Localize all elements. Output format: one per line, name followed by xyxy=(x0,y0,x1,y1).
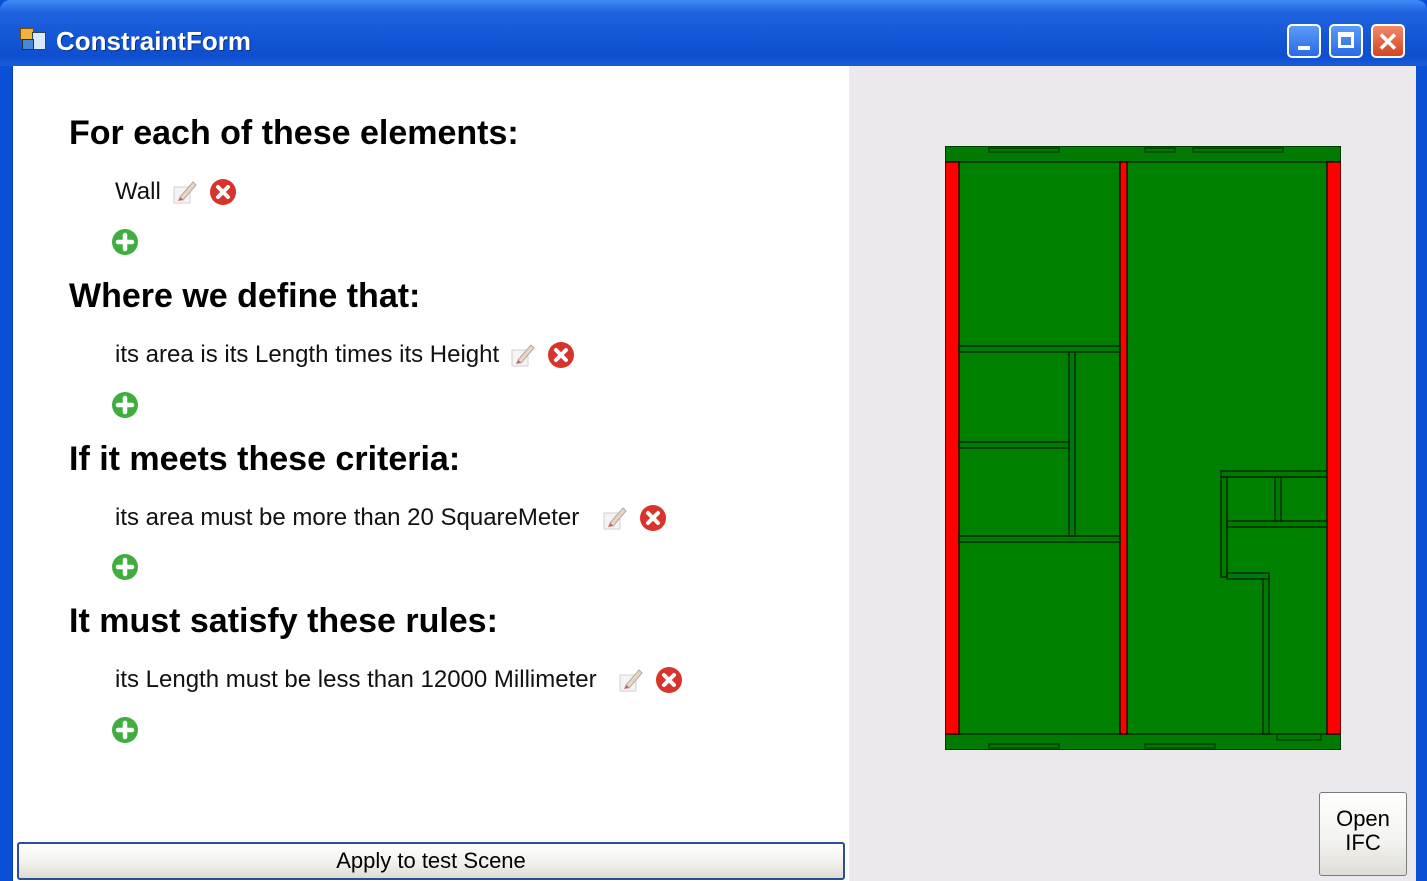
partition-wall xyxy=(1220,476,1228,578)
failing-wall-middle xyxy=(1119,161,1128,735)
red-x-delete-icon[interactable] xyxy=(209,178,237,206)
failing-wall-right xyxy=(1326,161,1341,735)
section-heading-criteria: If it meets these criteria: xyxy=(69,440,461,478)
close-button[interactable]: ✕ xyxy=(1371,24,1405,58)
constraint-editor-panel: For each of these elements: Wall Where w… xyxy=(13,66,849,881)
red-x-delete-icon[interactable] xyxy=(639,504,667,532)
rule-item-label: its Length must be less than 12000 Milli… xyxy=(115,666,597,693)
minimize-icon xyxy=(1298,46,1310,50)
definition-item-label: its area is its Length times its Height xyxy=(115,341,500,368)
partition-wall xyxy=(1068,351,1076,543)
apply-to-test-scene-button[interactable]: Apply to test Scene xyxy=(17,842,845,880)
red-x-delete-icon[interactable] xyxy=(547,341,575,369)
criteria-item-label: its area must be more than 20 SquareMete… xyxy=(115,504,580,531)
element-item-label: Wall xyxy=(115,178,161,205)
criteria-item: its area must be more than 20 SquareMete… xyxy=(115,502,667,534)
minimize-button[interactable] xyxy=(1287,24,1321,58)
partition-wall xyxy=(1274,476,1282,522)
green-plus-add-icon[interactable] xyxy=(111,716,139,744)
client-area: For each of these elements: Wall Where w… xyxy=(12,66,1416,881)
open-ifc-label-line2: IFC xyxy=(1345,830,1381,855)
partition-wall xyxy=(1226,572,1270,580)
element-item: Wall xyxy=(115,176,237,208)
window-title: ConstraintForm xyxy=(56,26,251,56)
maximize-icon xyxy=(1338,32,1354,48)
scene-viewer-panel: Open IFC xyxy=(849,66,1416,881)
red-x-delete-icon[interactable] xyxy=(655,666,683,694)
partition-wall xyxy=(958,441,1070,449)
maximize-button[interactable] xyxy=(1329,24,1363,58)
green-plus-add-icon[interactable] xyxy=(111,553,139,581)
green-plus-add-icon[interactable] xyxy=(111,391,139,419)
pencil-edit-icon[interactable] xyxy=(617,666,645,694)
section-heading-rules: It must satisfy these rules: xyxy=(69,602,498,640)
partition-wall xyxy=(958,535,1121,543)
close-icon: ✕ xyxy=(1377,27,1399,57)
partition-wall xyxy=(1226,520,1328,528)
pencil-edit-icon[interactable] xyxy=(509,341,537,369)
constraint-form-window: ConstraintForm ✕ For each of these eleme… xyxy=(0,0,1427,881)
pencil-edit-icon[interactable] xyxy=(601,504,629,532)
open-ifc-label-line1: Open xyxy=(1336,806,1390,831)
open-ifc-button[interactable]: Open IFC xyxy=(1319,792,1407,876)
rule-item: its Length must be less than 12000 Milli… xyxy=(115,664,683,696)
section-heading-elements: For each of these elements: xyxy=(69,114,519,152)
green-plus-add-icon[interactable] xyxy=(111,228,139,256)
partition-wall xyxy=(1262,578,1270,735)
partition-wall xyxy=(1220,470,1328,478)
failing-wall-left xyxy=(945,161,960,735)
pencil-edit-icon[interactable] xyxy=(171,178,199,206)
title-bar[interactable]: ConstraintForm ✕ xyxy=(0,0,1427,66)
partition-wall xyxy=(958,345,1121,353)
section-heading-definitions: Where we define that: xyxy=(69,277,421,315)
definition-item: its area is its Length times its Height xyxy=(115,339,575,371)
form-app-icon xyxy=(20,28,46,50)
floor-plan-3d-view[interactable] xyxy=(945,146,1341,750)
